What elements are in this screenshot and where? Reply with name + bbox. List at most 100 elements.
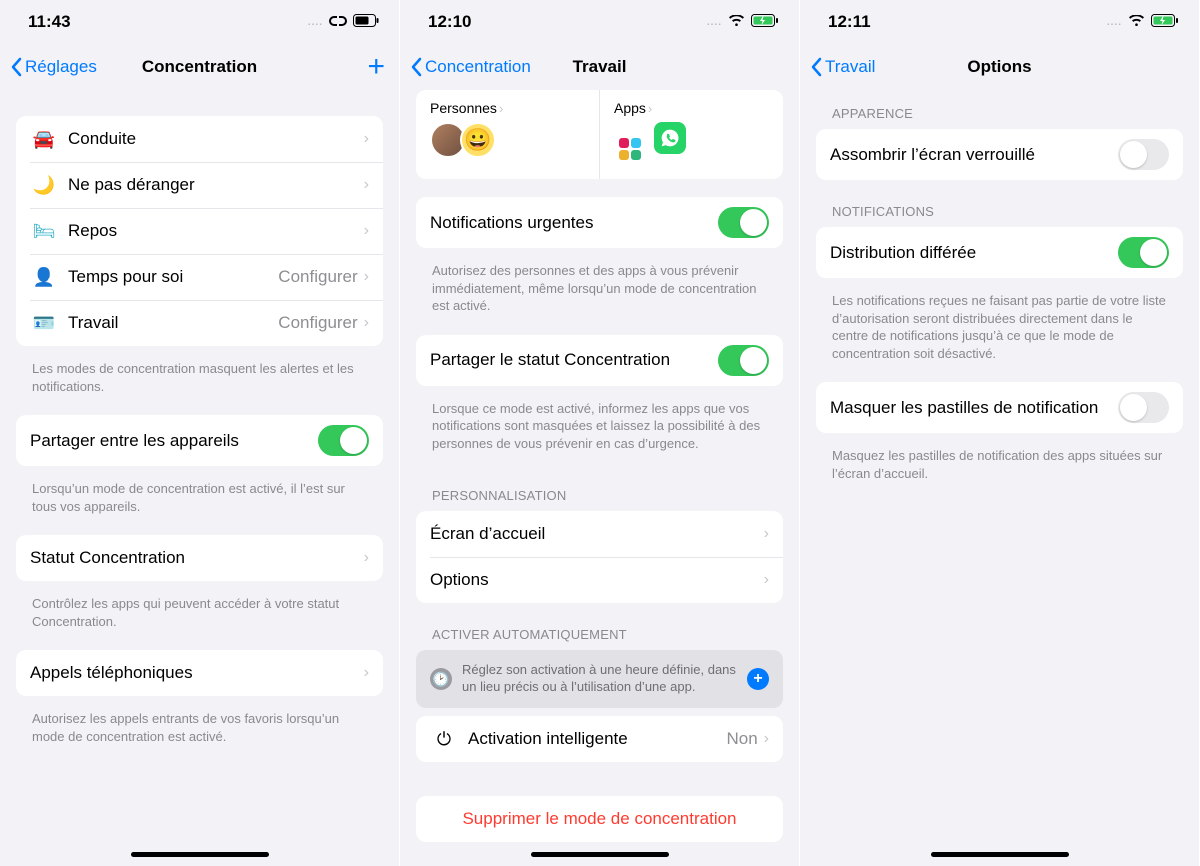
row-label: Activation intelligente	[468, 729, 726, 749]
delayed-toggle[interactable]	[1118, 237, 1169, 268]
hint-text: Réglez son activation à une heure défini…	[462, 662, 737, 696]
row-detail: Non	[726, 729, 757, 749]
chevron-right-icon: ›	[364, 176, 369, 194]
chevron-right-icon: ›	[364, 268, 369, 286]
chevron-right-icon: ›	[364, 222, 369, 240]
chevron-right-icon: ›	[764, 571, 769, 589]
row-label: Travail	[68, 313, 278, 333]
share-devices-footer: Lorsqu’un mode de concentration est acti…	[0, 474, 399, 535]
home-indicator[interactable]	[931, 852, 1069, 857]
chevron-right-icon: ›	[364, 549, 369, 567]
row-label: Distribution différée	[830, 243, 1118, 263]
share-devices-toggle[interactable]	[318, 425, 369, 456]
urgent-toggle[interactable]	[718, 207, 769, 238]
dim-lock-screen-row[interactable]: Assombrir l’écran verrouillé	[816, 129, 1183, 180]
focus-mode-row[interactable]: 🪪TravailConfigurer›	[16, 300, 383, 346]
auto-header: ACTIVER AUTOMATIQUEMENT	[400, 611, 799, 650]
urgent-footer: Autorisez des personnes et des apps à vo…	[400, 256, 799, 335]
share-status-footer: Lorsque ce mode est activé, informez les…	[400, 394, 799, 473]
allowed-apps[interactable]: Apps›	[600, 90, 783, 179]
urgent-notifications-row[interactable]: Notifications urgentes	[416, 197, 783, 248]
chevron-right-icon: ›	[764, 525, 769, 543]
phone-calls-row[interactable]: Appels téléphoniques ›	[16, 650, 383, 696]
focus-status-footer: Contrôlez les apps qui peuvent accéder à…	[0, 589, 399, 650]
row-label: Partager le statut Concentration	[430, 350, 718, 370]
mode-icon: 🪪	[30, 313, 58, 334]
hide-badges-row[interactable]: Masquer les pastilles de notification	[816, 382, 1183, 433]
focus-modes-list: 🚘Conduite›🌙Ne pas déranger›🛏Repos› 👤 Temps…	[16, 116, 383, 346]
row-label: Écran d’accueil	[430, 524, 764, 544]
mode-icon: 👤	[30, 267, 58, 288]
screen-travail: 12:10 .... Concentration Travail Personn…	[400, 0, 800, 866]
nav-bar: Travail Options	[800, 44, 1199, 90]
hide-badges-footer: Masquez les pastilles de notification de…	[800, 441, 1199, 502]
home-screen-row[interactable]: Écran d’accueil ›	[416, 511, 783, 557]
row-label: Options	[430, 570, 764, 590]
clock: 11:43	[28, 12, 71, 32]
row-label: Assombrir l’écran verrouillé	[830, 145, 1118, 165]
personnalisation-header: PERSONNALISATION	[400, 472, 799, 511]
dim-toggle[interactable]	[1118, 139, 1169, 170]
share-status-toggle[interactable]	[718, 345, 769, 376]
screen-concentration-list: 11:43 .... Réglages Concentration + 🚘Con…	[0, 0, 400, 866]
chevron-right-icon: ›	[764, 730, 769, 748]
row-label: Partager entre les appareils	[30, 431, 318, 451]
focus-mode-row[interactable]: 🚘Conduite›	[16, 116, 383, 162]
add-automation-button[interactable]: +	[747, 668, 769, 690]
row-label: Notifications urgentes	[430, 213, 718, 233]
wifi-icon	[728, 12, 745, 32]
hide-badges-toggle[interactable]	[1118, 392, 1169, 423]
row-detail: Configurer	[278, 313, 357, 333]
page-title: Concentration	[0, 57, 399, 77]
appearance-header: APPARENCE	[800, 90, 1199, 129]
row-label: Statut Concentration	[30, 548, 364, 568]
battery-icon	[353, 12, 379, 32]
home-indicator[interactable]	[131, 852, 269, 857]
allowed-people[interactable]: Personnes› 😀	[416, 90, 600, 179]
nav-bar: Concentration Travail	[400, 44, 799, 90]
options-row[interactable]: Options ›	[416, 557, 783, 603]
link-icon	[329, 12, 347, 32]
status-bar: 12:10 ....	[400, 0, 799, 44]
page-title: Travail	[400, 57, 799, 77]
focus-status-row[interactable]: Statut Concentration ›	[16, 535, 383, 581]
page-title: Options	[800, 57, 1199, 77]
chevron-right-icon: ›	[648, 101, 652, 116]
add-button[interactable]: +	[367, 57, 385, 77]
app-icon-whatsapp	[654, 122, 686, 154]
delayed-delivery-row[interactable]: Distribution différée	[816, 227, 1183, 278]
chevron-right-icon: ›	[364, 664, 369, 682]
app-icon-slack	[614, 133, 646, 165]
clock: 12:10	[428, 12, 471, 32]
chevron-right-icon: ›	[499, 101, 503, 116]
row-detail: Configurer	[278, 267, 357, 287]
clock: 12:11	[828, 12, 871, 32]
power-icon: ⏻	[430, 729, 458, 750]
battery-charging-icon	[1151, 12, 1179, 32]
people-label: Personnes	[430, 100, 497, 116]
row-label: Appels téléphoniques	[30, 663, 364, 683]
chevron-right-icon: ›	[364, 130, 369, 148]
status-bar: 12:11 ....	[800, 0, 1199, 44]
focus-mode-row[interactable]: 👤 Temps pour soiConfigurer ›	[16, 254, 383, 300]
battery-charging-icon	[751, 12, 779, 32]
phone-calls-footer: Autorisez les appels entrants de vos fav…	[0, 704, 399, 765]
delete-focus-button[interactable]: Supprimer le mode de concentration	[416, 796, 783, 842]
home-indicator[interactable]	[531, 852, 669, 857]
row-label: Temps pour soi	[68, 267, 278, 287]
focus-mode-row[interactable]: 🛏Repos›	[16, 208, 383, 254]
apps-label: Apps	[614, 100, 646, 116]
focus-mode-row[interactable]: 🌙Ne pas déranger›	[16, 162, 383, 208]
share-focus-status-row[interactable]: Partager le statut Concentration	[416, 335, 783, 386]
automation-hint[interactable]: 🕑 Réglez son activation à une heure défi…	[416, 650, 783, 708]
row-label: Masquer les pastilles de notification	[830, 398, 1118, 418]
row-label: Ne pas déranger	[68, 175, 364, 195]
notifications-header: NOTIFICATIONS	[800, 188, 1199, 227]
signal-dots-icon: ....	[308, 17, 323, 28]
screen-options: 12:11 .... Travail Options APPARENCE Ass…	[800, 0, 1200, 866]
allowed-card: Personnes› 😀 Apps›	[416, 90, 783, 179]
delete-label: Supprimer le mode de concentration	[430, 809, 769, 829]
nav-bar: Réglages Concentration +	[0, 44, 399, 90]
smart-activation-row[interactable]: ⏻ Activation intelligente Non ›	[416, 716, 783, 762]
share-across-devices-row[interactable]: Partager entre les appareils	[16, 415, 383, 466]
